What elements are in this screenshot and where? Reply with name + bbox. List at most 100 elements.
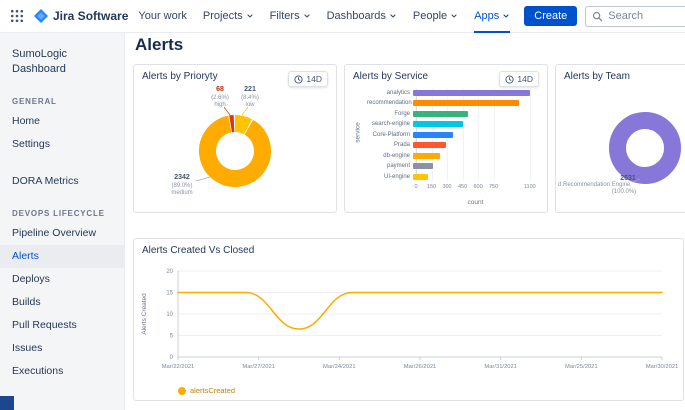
chevron-down-icon <box>450 12 458 20</box>
period-selector[interactable]: 14D <box>499 71 539 87</box>
chart-label: low <box>245 102 255 108</box>
bar-y-axis-label: service <box>355 113 362 153</box>
chevron-down-icon <box>389 12 397 20</box>
search-icon <box>592 11 603 22</box>
sidebar-section: GENERALHomeSettings <box>0 95 124 156</box>
alerts-created-line-chart: 05101520Mar/22/2021Mar/27/2021Mar/24/202… <box>134 261 683 379</box>
period-selector[interactable]: 14D <box>288 71 328 87</box>
chart-label: 15 <box>166 291 173 297</box>
sidebar-item-deploys[interactable]: Deploys <box>0 268 124 291</box>
bar-track <box>413 163 535 169</box>
bar-rows: analyticsrecommendationForgesearch-engin… <box>367 89 535 180</box>
chart-label: Mar/27/2021 <box>242 364 275 370</box>
chart-label: 10 <box>166 312 173 318</box>
nav-item-label: Projects <box>203 10 243 22</box>
sidebar-item-executions[interactable]: Executions <box>0 360 124 383</box>
alerts-by-priority-donut-chart: 221(8.4%)low2342(89.0%)medium68(2.6%)hig… <box>134 65 336 212</box>
page-title: Alerts <box>135 35 183 55</box>
bar-category-label: search-engine <box>367 121 413 127</box>
top-navigation-bar: Jira Software Your work Projects Filters Da… <box>0 0 685 33</box>
card-header: Alerts by Service 14D <box>345 65 547 87</box>
sidebar-item-dora-metrics[interactable]: DORA Metrics <box>0 170 124 193</box>
chart-label: medium <box>171 190 192 196</box>
legend-dot <box>178 387 186 395</box>
nav-item-people[interactable]: People <box>413 0 458 33</box>
card-alerts-by-service: Alerts by Service 14D service analytics r… <box>344 64 548 213</box>
sidebar-item-issues[interactable]: Issues <box>0 337 124 360</box>
bar-track <box>413 132 535 138</box>
label-leader-line <box>196 177 210 181</box>
chart-label: d Recommendation Engine <box>558 182 631 188</box>
bar-category-label: analytics <box>367 90 413 96</box>
sidebar-section: DEVOPS LIFECYCLEPipeline OverviewAlertsD… <box>0 207 124 383</box>
legend-item-alertsCreated[interactable]: alertsCreated <box>178 386 235 395</box>
sidebar-item-settings[interactable]: Settings <box>0 133 124 156</box>
y-axis-label: Alerts Created <box>141 293 148 335</box>
bar-row-core-platform: Core-Platform <box>367 131 535 138</box>
bar-row-analytics: analytics <box>367 89 535 96</box>
nav-item-apps[interactable]: Apps <box>474 0 510 33</box>
x-tick-label: 450 <box>458 184 467 190</box>
nav-item-label: Dashboards <box>327 10 386 22</box>
sidebar-corner-square <box>0 396 14 410</box>
card-alerts-by-priority: Alerts by Prioryty 14D 221(8.4%)low2342(… <box>133 64 337 213</box>
main-content: Alerts Alerts by Prioryty 14D 221(8.4%)l… <box>126 33 685 410</box>
grid-dots-icon <box>10 9 24 23</box>
chevron-down-icon <box>502 12 510 20</box>
chart-label: 0 <box>170 355 174 361</box>
search-box[interactable] <box>585 6 685 27</box>
sidebar-item-pipeline-overview[interactable]: Pipeline Overview <box>0 222 124 245</box>
nav-item-projects[interactable]: Projects <box>203 0 254 33</box>
nav-item-dashboards[interactable]: Dashboards <box>327 0 397 33</box>
bar-recommendation <box>413 100 519 106</box>
card-header: Alerts Created Vs Closed <box>134 239 683 256</box>
bar-row-db-engine: db-engine <box>367 152 535 159</box>
chart-label: (100.0%) <box>612 189 636 195</box>
sidebar-section-header: DEVOPS LIFECYCLE <box>0 207 124 222</box>
card-alerts-created-vs-closed: Alerts Created Vs Closed 05101520Mar/22/… <box>133 238 684 401</box>
bar-x-axis-label: count <box>416 199 535 206</box>
chevron-down-icon <box>303 12 311 20</box>
sidebar-item-builds[interactable]: Builds <box>0 291 124 314</box>
bar-ui-engine <box>413 174 428 180</box>
app-switcher-icon[interactable] <box>8 7 26 25</box>
x-tick-label: 150 <box>427 184 436 190</box>
bar-track <box>413 111 535 117</box>
sidebar-sections: GENERALHomeSettings DORA Metrics DEVOPS LI… <box>0 95 124 383</box>
bar-track <box>413 121 535 127</box>
legend-label: alertsCreated <box>190 386 235 395</box>
bar-category-label: recommendation <box>367 100 413 106</box>
sidebar-item-home[interactable]: Home <box>0 110 124 133</box>
donut-slice-d-recommendation-engine <box>618 121 673 176</box>
bar-category-label: Prada <box>367 142 413 148</box>
sidebar-section: DORA Metrics <box>0 170 124 193</box>
bar-row-ui-engine: UI-engine <box>367 173 535 180</box>
bar-category-label: payment <box>367 163 413 169</box>
x-tick-label: 300 <box>442 184 451 190</box>
alerts-by-team-donut-chart: 2631(100.0%)d Recommendation Engine <box>556 65 685 212</box>
bar-prada <box>413 142 446 148</box>
bar-db-engine <box>413 153 440 159</box>
chart-label: (2.6%) <box>211 95 229 101</box>
bar-track <box>413 100 535 106</box>
nav-item-label: People <box>413 10 447 22</box>
jira-logo[interactable]: Jira Software <box>34 9 128 23</box>
line-series-alertscreated <box>178 293 662 330</box>
bar-row-search-engine: search-engine <box>367 121 535 128</box>
search-input[interactable] <box>608 10 685 22</box>
card-title: Alerts Created Vs Closed <box>142 245 254 256</box>
chart-label: Mar/26/2021 <box>404 364 437 370</box>
sidebar-item-alerts[interactable]: Alerts <box>0 245 124 268</box>
chart-label: Mar/31/2021 <box>484 364 517 370</box>
primary-nav: Your work Projects Filters Dashboards People… <box>138 0 510 33</box>
chart-label: Mar/22/2021 <box>162 364 195 370</box>
nav-item-label: Filters <box>270 10 300 22</box>
chart-label: Mar/30/2021 <box>646 364 679 370</box>
create-button[interactable]: Create <box>524 6 577 26</box>
chevron-down-icon <box>246 12 254 20</box>
card-title: Alerts by Team <box>564 71 630 82</box>
nav-item-your-work[interactable]: Your work <box>138 0 187 33</box>
sidebar-item-pull-requests[interactable]: Pull Requests <box>0 314 124 337</box>
nav-item-filters[interactable]: Filters <box>270 0 311 33</box>
bar-row-payment: payment <box>367 163 535 170</box>
